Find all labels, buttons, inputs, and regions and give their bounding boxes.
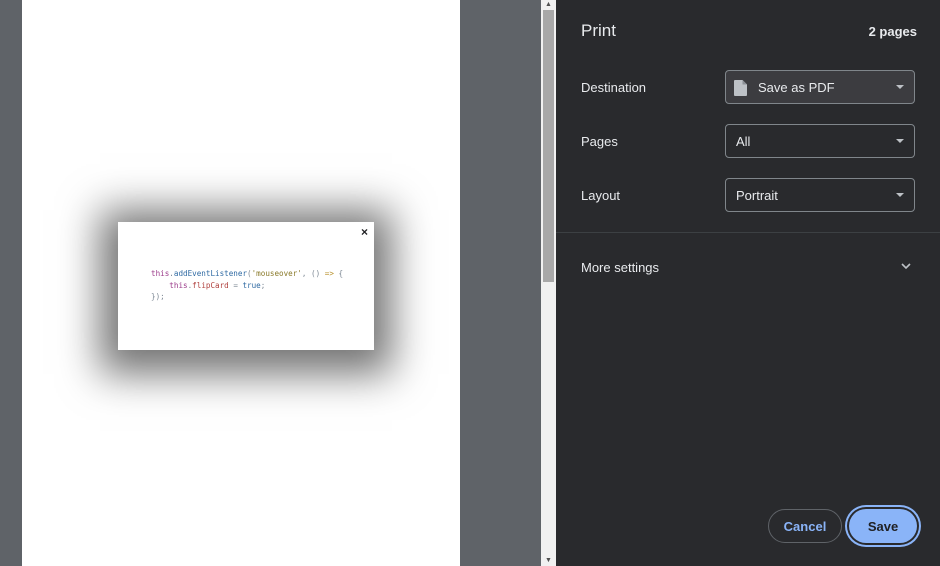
destination-value: Save as PDF xyxy=(758,79,835,95)
destination-label: Destination xyxy=(581,80,647,95)
layout-select[interactable]: Portrait xyxy=(725,178,915,212)
page-count: 2 pages xyxy=(868,24,917,39)
layout-label: Layout xyxy=(581,188,621,203)
code-token: flipCard xyxy=(192,280,229,290)
page-title: Print xyxy=(581,21,616,40)
close-icon: × xyxy=(360,225,368,239)
code-token: ; xyxy=(260,280,266,290)
chevron-down-icon xyxy=(901,263,911,270)
document-icon xyxy=(734,80,747,96)
code-token: addEventListener xyxy=(173,269,248,278)
code-line-1: this.addEventListener('mouseover', () =>… xyxy=(151,269,343,278)
preview-scrollbar[interactable]: ▲ ▼ xyxy=(541,0,556,566)
code-token: this xyxy=(151,269,170,278)
code-token: = xyxy=(228,280,243,290)
code-token: , () xyxy=(301,269,325,278)
caret-down-icon xyxy=(896,193,904,197)
more-settings-toggle[interactable]: More settings xyxy=(556,254,940,282)
save-button[interactable]: Save xyxy=(849,509,917,543)
pages-label: Pages xyxy=(581,134,618,149)
print-settings-panel: Print 2 pages Destination Save as PDF Pa… xyxy=(556,0,940,566)
scroll-thumb[interactable] xyxy=(543,10,554,282)
scroll-down-arrow-icon[interactable]: ▼ xyxy=(541,556,556,566)
cancel-button[interactable]: Cancel xyxy=(768,509,842,543)
code-line-3: }); xyxy=(151,292,165,301)
scroll-up-arrow-icon[interactable]: ▲ xyxy=(541,0,556,10)
code-line-2: this.flipCard = true; xyxy=(151,281,265,290)
caret-down-icon xyxy=(896,85,904,89)
code-token: this xyxy=(169,280,188,290)
pages-value: All xyxy=(736,133,751,149)
print-preview-area: × this.addEventListener('mouseover', () … xyxy=(0,0,556,566)
caret-down-icon xyxy=(896,139,904,143)
divider xyxy=(556,232,940,233)
code-token: => xyxy=(324,269,334,278)
preview-modal-card: × this.addEventListener('mouseover', () … xyxy=(118,222,374,350)
destination-select[interactable]: Save as PDF xyxy=(725,70,915,104)
code-token: { xyxy=(333,269,344,278)
more-settings-label: More settings xyxy=(581,260,660,275)
layout-value: Portrait xyxy=(736,187,778,203)
pages-select[interactable]: All xyxy=(725,124,915,158)
preview-page: × this.addEventListener('mouseover', () … xyxy=(22,0,460,566)
code-token: 'mouseover' xyxy=(251,269,302,278)
code-snippet: this.addEventListener('mouseover', () =>… xyxy=(151,268,343,303)
code-token: true xyxy=(242,280,261,290)
